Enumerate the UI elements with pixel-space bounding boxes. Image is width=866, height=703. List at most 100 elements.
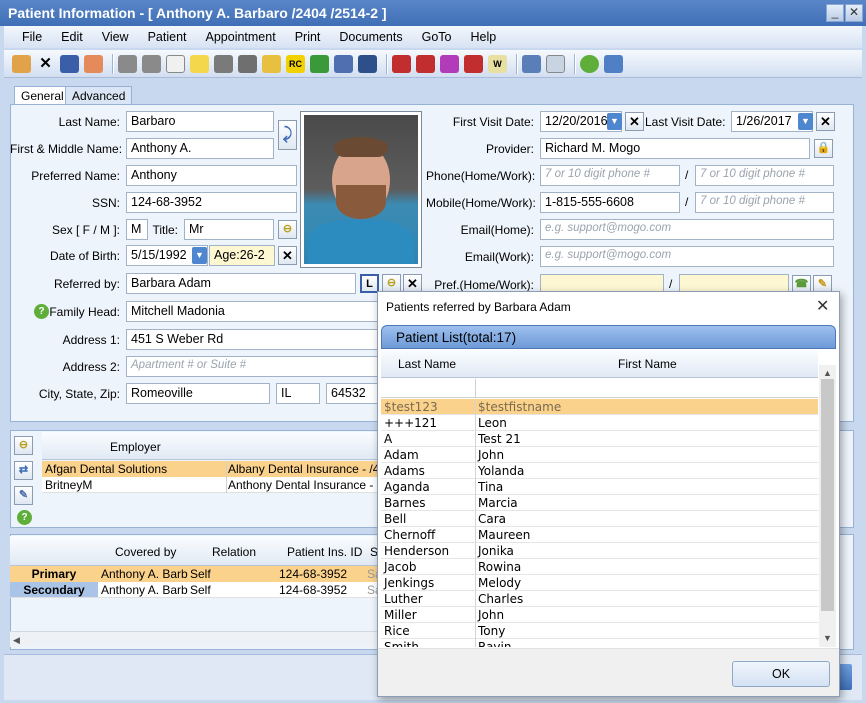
patient-row[interactable]: Adams Yolanda [381,463,818,479]
title-field[interactable]: Mr [184,219,274,240]
minimize-button[interactable]: _ [826,4,844,22]
note-icon[interactable] [190,54,209,73]
address2-field[interactable]: Apartment # or Suite # [126,356,381,377]
patient-last-name: Adam [384,448,419,462]
clear-first-visit-icon[interactable]: ✕ [625,112,644,131]
lock-icon[interactable]: 🔒 [814,139,833,158]
patient-row[interactable]: Luther Charles [381,591,818,607]
menu-file[interactable]: File [22,30,42,44]
coverage-ins-id: 124-68-3952 [279,583,348,597]
coverage-row-primary[interactable]: Primary Anthony A. Barb Self 124-68-3952… [10,566,378,582]
phone-home-field[interactable]: 7 or 10 digit phone # [540,165,680,186]
clear-last-visit-icon[interactable]: ✕ [816,112,835,131]
patient-last-name: Adams [384,464,425,478]
provider-field[interactable]: Richard M. Mogo [540,138,810,159]
rc-icon[interactable]: RC [286,54,305,73]
patient-last-name: Miller [384,608,417,622]
last-name-field[interactable]: Barbaro [126,111,274,132]
patient-row[interactable]: Henderson Jonika [381,543,818,559]
pill-icon[interactable] [262,54,281,73]
bug-icon[interactable] [310,54,329,73]
patient-row[interactable]: Smith Ravin [381,639,818,647]
close-window-button[interactable]: ✕ [845,4,863,22]
menu-goto[interactable]: GoTo [422,30,452,44]
folder-red-icon[interactable] [392,54,411,73]
side-button-edge[interactable] [838,664,852,690]
patient-row[interactable]: Aganda Tina [381,479,818,495]
save-icon[interactable] [60,54,79,73]
patient-row[interactable]: Jacob Rowina [381,559,818,575]
menu-patient[interactable]: Patient [148,30,187,44]
tab-advanced[interactable]: Advanced [65,86,133,104]
patient-photo[interactable] [300,111,422,268]
tooth-chart-icon[interactable] [142,54,161,73]
ok-button[interactable]: OK [732,661,830,687]
patient-row[interactable]: Miller John [381,607,818,623]
referred-by-field[interactable]: Barbara Adam [126,273,356,294]
swap-icon[interactable]: ⤸ [278,120,297,150]
link-icon[interactable]: ⊖ [278,220,297,239]
email-work-field[interactable]: e.g. support@mogo.com [540,246,834,267]
ssn-field[interactable]: 124-68-3952 [126,192,297,213]
tooth-gear-icon[interactable] [118,54,137,73]
coverage-row-secondary[interactable]: Secondary Anthony A. Barb Self 124-68-39… [10,582,378,598]
patient-row[interactable]: Chernoff Maureen [381,527,818,543]
menu-appointment[interactable]: Appointment [206,30,276,44]
patient-row[interactable]: Jenkings Melody [381,575,818,591]
patient-row[interactable]: A Test 21 [381,431,818,447]
menu-edit[interactable]: Edit [61,30,83,44]
phone-work-field[interactable]: 7 or 10 digit phone # [695,165,834,186]
employer-sync-icon[interactable]: ⇄ [14,461,33,480]
employer-row[interactable]: BritneyM Anthony Dental Insurance - Pr [42,477,378,493]
employer-edit-icon[interactable]: ✎ [14,486,33,505]
add-employer-link-icon[interactable]: ⊖ [14,436,33,455]
menu-help[interactable]: Help [471,30,497,44]
family-head-field[interactable]: Mitchell Madonia [126,301,381,322]
preferred-name-field[interactable]: Anthony [126,165,297,186]
state-field[interactable]: IL [276,383,320,404]
mobile-home-field[interactable]: 1-815-555-6608 [540,192,680,213]
delete-icon[interactable]: ✕ [36,55,55,73]
tab-general[interactable]: General [14,86,71,104]
patient-list-scrollbar[interactable]: ▲ ▼ [819,365,836,647]
patient-row[interactable]: $test123 $testfistname [381,399,818,415]
dob-dropdown-icon[interactable]: ▼ [192,247,207,264]
family-icon[interactable] [334,54,353,73]
help-icon[interactable] [580,54,599,73]
patient-row[interactable]: Rice Tony [381,623,818,639]
exit-icon[interactable] [604,54,623,73]
grid-icon[interactable] [238,54,257,73]
coverage-hscrollbar[interactable]: ◀ [10,631,378,647]
scrollbar-thumb[interactable] [821,379,834,611]
employer-help-icon[interactable]: ? [17,510,32,525]
tooth-icon[interactable] [166,54,185,73]
patient-row[interactable]: Barnes Marcia [381,495,818,511]
document-red-icon[interactable] [416,54,435,73]
patient-row[interactable]: Bell Cara [381,511,818,527]
export-icon[interactable] [358,54,377,73]
first-middle-field[interactable]: Anthony A. [126,138,274,159]
address1-field[interactable]: 451 S Weber Rd [126,329,381,350]
email-home-field[interactable]: e.g. support@mogo.com [540,219,834,240]
menu-view[interactable]: View [102,30,129,44]
w-icon[interactable]: W [488,54,507,73]
sex-field[interactable]: M [126,219,148,240]
tools-icon[interactable] [214,54,233,73]
menu-documents[interactable]: Documents [339,30,402,44]
mobile-work-field[interactable]: 7 or 10 digit phone # [695,192,834,213]
zip-field[interactable]: 64532 [326,383,381,404]
menu-print[interactable]: Print [295,30,321,44]
first-visit-dropdown-icon[interactable]: ▼ [607,113,622,130]
city-field[interactable]: Romeoville [126,383,270,404]
person-icon[interactable] [84,54,103,73]
last-visit-dropdown-icon[interactable]: ▼ [798,113,813,130]
patient-row[interactable]: Adam John [381,447,818,463]
employer-row[interactable]: Afgan Dental Solutions Albany Dental Ins… [42,461,378,477]
document-star-icon[interactable] [464,54,483,73]
clear-dob-icon[interactable]: ✕ [278,246,297,265]
new-patient-icon[interactable] [12,54,31,73]
patient-row[interactable]: +++121 Leon [381,415,818,431]
globe-icon[interactable] [440,54,459,73]
card-icon[interactable] [546,54,565,73]
print-icon[interactable] [522,54,541,73]
